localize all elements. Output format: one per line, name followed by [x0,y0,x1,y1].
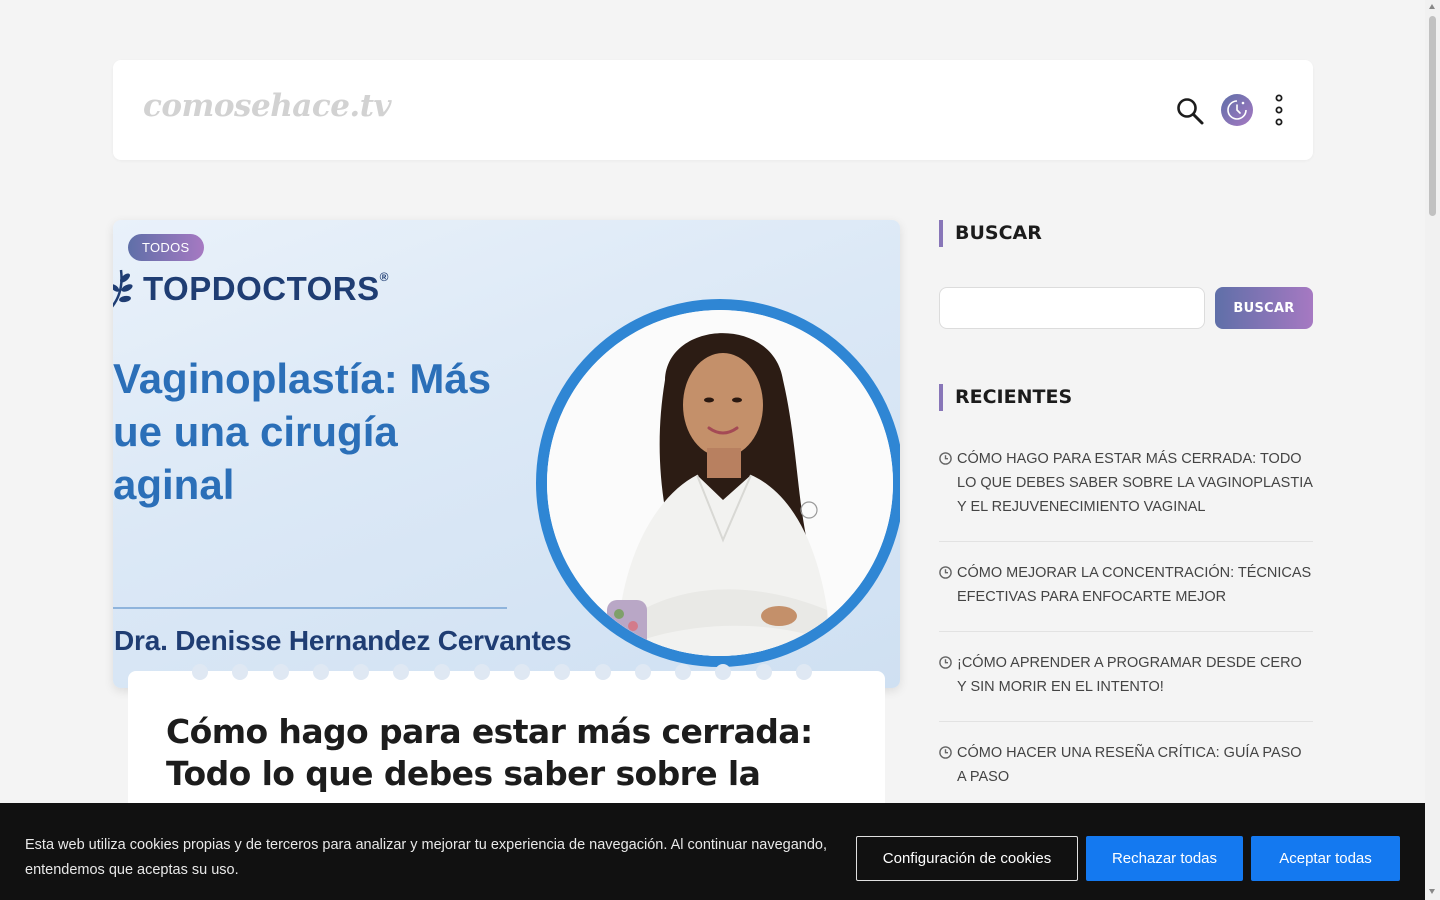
dot [353,664,370,680]
dot [715,664,732,680]
site-header: comosehace.tv [113,60,1313,160]
page-scrollbar[interactable] [1425,0,1440,900]
doctor-portrait [536,299,900,667]
recent-posts-list: CÓMO HAGO PARA ESTAR MÁS CERRADA: TODO L… [939,447,1313,831]
accept-all-cookies-button[interactable]: Aceptar todas [1251,836,1400,881]
decorative-dot-row [192,664,812,680]
brand-name: TOPDOCTORS [143,270,380,307]
search-icon[interactable] [1175,96,1205,126]
recent-post-link[interactable]: CÓMO HAGO PARA ESTAR MÁS CERRADA: TODO L… [957,451,1312,515]
dot [272,664,289,680]
scrollbar-thumb[interactable] [1429,16,1436,216]
dot [514,664,531,680]
recent-post-link[interactable]: ¡CÓMO APRENDER A PROGRAMAR DESDE CERO Y … [957,655,1302,695]
recent-widget-heading: RECIENTES [939,384,1072,411]
registered-mark: ® [379,270,389,284]
reject-all-cookies-button[interactable]: Rechazar todas [1086,836,1243,881]
dot [433,664,450,680]
cookie-consent-banner: Esta web utiliza cookies propias y de te… [0,803,1425,900]
cookie-message: Esta web utiliza cookies propias y de te… [25,837,827,878]
clock-icon [939,566,952,579]
dot [634,664,651,680]
scroll-up-arrow-icon[interactable] [1429,4,1435,9]
doctor-name: Dra. Denisse Hernandez Cervantes [114,625,572,656]
recent-post-item[interactable]: CÓMO HACER UNA RESEÑA CRÍTICA: GUÍA PASO… [939,741,1313,812]
category-badge[interactable]: TODOS [128,234,204,261]
cookie-settings-button[interactable]: Configuración de cookies [856,836,1078,881]
dot [755,664,772,680]
recent-post-item[interactable]: CÓMO MEJORAR LA CONCENTRACIÓN: TÉCNICAS … [939,561,1313,632]
dot [473,664,490,680]
dot [312,664,329,680]
recent-post-link[interactable]: CÓMO HACER UNA RESEÑA CRÍTICA: GUÍA PASO… [957,745,1302,785]
sidebar-search-input[interactable] [939,287,1205,329]
sidebar-search-button[interactable]: BUSCAR [1215,287,1313,329]
dot [795,664,812,680]
featured-post-image[interactable]: TOPDOCTORS® Vaginoplastía: Más ue una ci… [113,220,900,688]
laurel-icon [113,269,133,308]
dot [554,664,571,680]
recent-post-link[interactable]: CÓMO MEJORAR LA CONCENTRACIÓN: TÉCNICAS … [957,565,1311,605]
search-widget-heading: BUSCAR [939,220,1042,247]
post-title[interactable]: Cómo hago para estar más cerrada: Todo l… [166,711,846,795]
site-logo[interactable]: comosehace.tv [143,88,392,124]
moon-clock-icon [1227,100,1247,120]
image-headline: Vaginoplastía: Más ue una cirugía aginal [113,355,492,508]
dot [393,664,410,680]
dot [594,664,611,680]
clock-icon [939,746,952,759]
scroll-down-arrow-icon[interactable] [1429,889,1435,894]
recent-post-item[interactable]: ¡CÓMO APRENDER A PROGRAMAR DESDE CERO Y … [939,651,1313,722]
dot [192,664,208,680]
image-divider [113,607,507,609]
dot [675,664,692,680]
recent-post-item[interactable]: CÓMO HAGO PARA ESTAR MÁS CERRADA: TODO L… [939,447,1313,542]
vertical-dots-icon[interactable] [1269,94,1289,126]
topdoctors-brand: TOPDOCTORS® [113,266,389,312]
clock-icon [939,452,952,465]
clock-icon [939,656,952,669]
dot [232,664,249,680]
dark-mode-toggle[interactable] [1221,94,1253,126]
